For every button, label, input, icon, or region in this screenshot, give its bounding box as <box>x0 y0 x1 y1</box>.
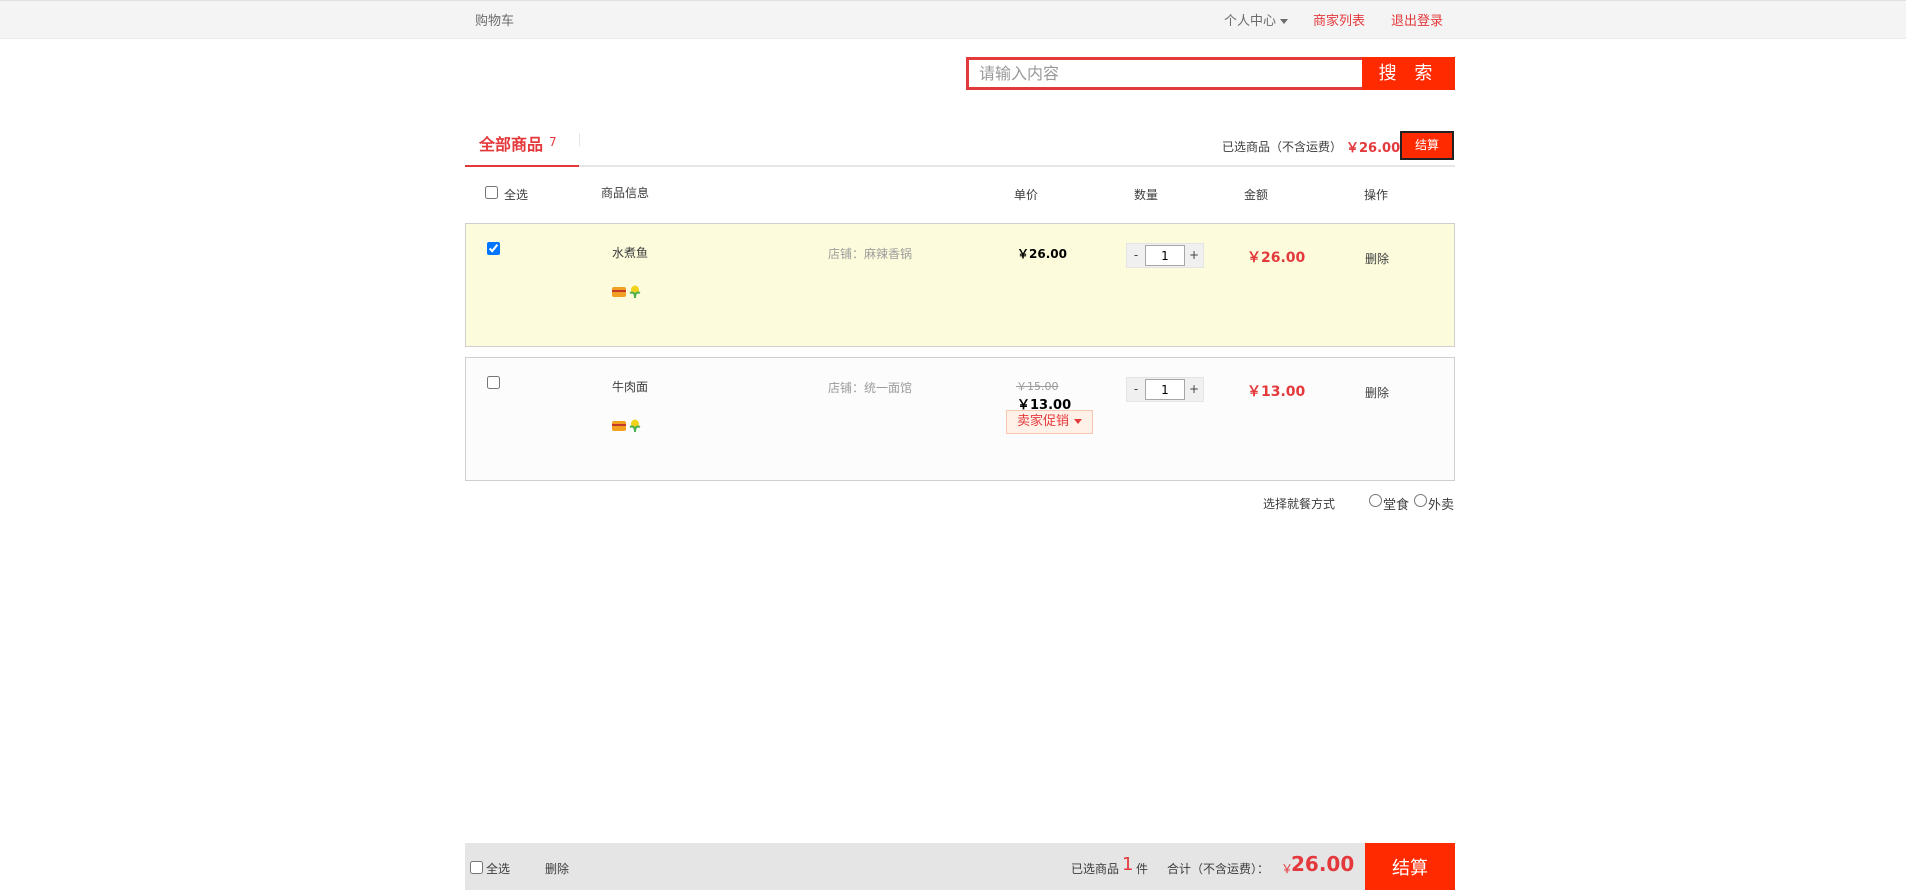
plant-icon <box>629 419 641 433</box>
cart-item-row: 牛肉面 店铺：统一面馆 ￥15.00 ￥13.00 卖家促销 - + ￥13.0… <box>465 357 1455 481</box>
quantity-decrease-button[interactable]: - <box>1128 244 1144 267</box>
quantity-stepper: - + <box>1126 243 1204 268</box>
item-delete-link[interactable]: 删除 <box>1365 384 1389 401</box>
takeout-radio[interactable] <box>1414 494 1427 507</box>
top-checkout-button[interactable]: 结算 <box>1400 131 1454 160</box>
item-checkbox[interactable] <box>487 242 500 255</box>
takeout-label: 外卖 <box>1428 498 1455 513</box>
selected-summary-price: ￥26.00 <box>1346 141 1401 156</box>
quantity-increase-button[interactable]: + <box>1186 244 1202 267</box>
dine-in-radio[interactable] <box>1369 494 1382 507</box>
selected-summary-label: 已选商品（不含运费） <box>1222 140 1343 154</box>
search-button[interactable]: 搜 索 <box>1362 57 1455 90</box>
cart-item-row: 水煮鱼 店铺：麻辣香锅 ￥26.00 - + ￥26.00 删除 <box>465 223 1455 347</box>
tab-all-items-label: 全部商品 <box>479 135 544 154</box>
search-input[interactable] <box>966 57 1362 90</box>
item-delete-link[interactable]: 删除 <box>1365 250 1389 267</box>
item-badges <box>612 419 642 433</box>
item-name[interactable]: 水煮鱼 <box>612 244 648 261</box>
personal-center-label: 个人中心 <box>1224 14 1277 29</box>
quantity-increase-button[interactable]: + <box>1186 378 1202 401</box>
item-checkbox[interactable] <box>487 376 500 389</box>
credit-card-icon <box>612 421 626 431</box>
column-header-amount: 金额 <box>1244 188 1269 202</box>
selected-items-label: 已选商品 <box>1071 862 1120 876</box>
tab-separator <box>579 133 580 146</box>
item-amount: ￥26.00 <box>1247 250 1306 266</box>
total-label: 合计（不含运费）： <box>1167 862 1270 876</box>
page-title: 购物车 <box>475 14 515 29</box>
dining-method-label: 选择就餐方式 <box>1263 497 1336 511</box>
column-header-info: 商品信息 <box>601 186 650 200</box>
column-header-operation: 操作 <box>1364 188 1389 202</box>
item-shop: 店铺：统一面馆 <box>828 381 913 395</box>
credit-card-icon <box>612 287 626 297</box>
selected-items-count: 1 <box>1122 854 1134 875</box>
total-amount: 26.00 <box>1291 852 1355 876</box>
item-original-price: ￥15.00 <box>1016 380 1059 393</box>
checkout-button[interactable]: 结算 <box>1365 843 1455 890</box>
top-nav-bar <box>0 0 1906 39</box>
column-header-unit-price: 单价 <box>1014 188 1039 202</box>
item-unit-price: ￥26.00 <box>1017 247 1067 261</box>
seller-promotion-label: 卖家促销 <box>1017 414 1070 429</box>
chevron-down-icon <box>1280 19 1289 24</box>
tabs-divider-line <box>465 165 1455 167</box>
item-shop: 店铺：麻辣香锅 <box>828 247 913 261</box>
quantity-input[interactable] <box>1145 379 1185 400</box>
quantity-stepper: - + <box>1126 377 1204 402</box>
chevron-down-icon <box>1074 419 1083 424</box>
bottom-delete-link[interactable]: 删除 <box>545 860 569 877</box>
item-badges <box>612 285 642 299</box>
plant-icon <box>629 285 641 299</box>
personal-center-menu[interactable]: 个人中心 <box>1224 10 1289 29</box>
logout-link[interactable]: 退出登录 <box>1391 10 1443 29</box>
tab-all-items-count: 7 <box>549 135 557 149</box>
item-name[interactable]: 牛肉面 <box>612 378 648 395</box>
merchant-list-link[interactable]: 商家列表 <box>1313 10 1365 29</box>
quantity-input[interactable] <box>1145 245 1185 266</box>
quantity-decrease-button[interactable]: - <box>1128 378 1144 401</box>
select-all-label: 全选 <box>504 188 529 202</box>
column-header-quantity: 数量 <box>1134 188 1159 202</box>
select-all-checkbox[interactable] <box>485 186 498 199</box>
dine-in-label: 堂食 <box>1383 498 1410 513</box>
bottom-select-all-checkbox[interactable] <box>470 861 483 874</box>
selected-items-unit: 件 <box>1136 862 1149 876</box>
tab-all-items[interactable]: 全部商品 7 <box>465 125 579 167</box>
bottom-select-all-label: 全选 <box>486 862 511 876</box>
item-amount: ￥13.00 <box>1247 384 1306 400</box>
seller-promotion-dropdown[interactable]: 卖家促销 <box>1006 410 1094 434</box>
